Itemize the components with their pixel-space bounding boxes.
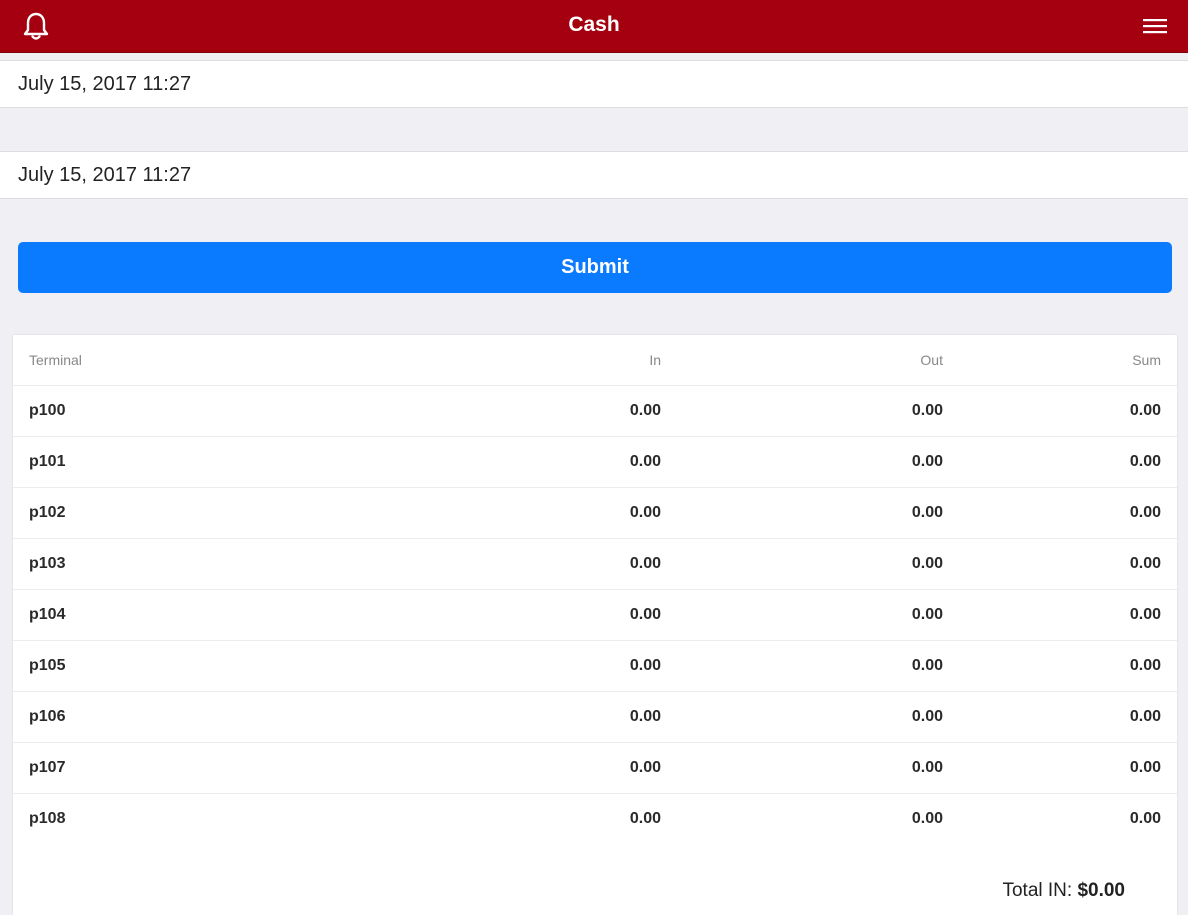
table-row: p107 0.00 0.00 0.00 (13, 742, 1177, 794)
in-cell: 0.00 (485, 691, 677, 743)
total-in-value: $0.00 (1077, 880, 1125, 901)
terminal-cell: p104 (13, 589, 485, 641)
in-cell: 0.00 (485, 589, 677, 641)
out-cell: 0.00 (677, 385, 959, 437)
out-cell: 0.00 (677, 640, 959, 692)
date-from-field (0, 60, 1188, 108)
table-row: p100 0.00 0.00 0.00 (13, 385, 1177, 437)
sum-cell: 0.00 (959, 487, 1177, 539)
in-cell: 0.00 (485, 436, 677, 488)
column-header-terminal: Terminal (13, 335, 485, 386)
sum-cell: 0.00 (959, 589, 1177, 641)
out-cell: 0.00 (677, 589, 959, 641)
table-header-row: Terminal In Out Sum (13, 335, 1177, 386)
column-header-in: In (485, 335, 677, 386)
top-bar: Cash (0, 0, 1188, 53)
date-to-field (0, 151, 1188, 199)
page-title: Cash (568, 13, 620, 36)
cash-table: Terminal In Out Sum p100 0.00 0.00 0.00 … (13, 335, 1177, 844)
total-in: Total IN: $0.00 (1002, 880, 1125, 902)
date-to-input[interactable] (0, 152, 1188, 198)
in-cell: 0.00 (485, 640, 677, 692)
terminal-cell: p108 (29, 810, 66, 827)
column-header-sum: Sum (959, 335, 1177, 386)
table-row: p106 0.00 0.00 0.00 (13, 691, 1177, 743)
terminal-cell: p105 (13, 640, 485, 692)
out-cell: 0.00 (677, 487, 959, 539)
column-header-out: Out (677, 335, 959, 386)
terminal-cell: p100 (13, 385, 485, 437)
terminal-cell: p107 (13, 742, 485, 794)
terminal-cell: p101 (13, 436, 485, 488)
sum-cell: 0.00 (959, 538, 1177, 590)
terminal-cell: p102 (13, 487, 485, 539)
table-row: p102 0.00 0.00 0.00 (13, 487, 1177, 539)
total-in-label: Total IN: (1002, 880, 1073, 901)
sum-cell: 0.00 (959, 640, 1177, 692)
out-cell: 0.00 (677, 742, 959, 794)
sum-cell: 0.00 (959, 436, 1177, 488)
table-row: p101 0.00 0.00 0.00 (13, 436, 1177, 488)
in-cell: 0.00 (485, 538, 677, 590)
in-cell: 0.00 (485, 487, 677, 539)
sum-cell: 0.00 (1129, 810, 1161, 827)
in-cell: 0.00 (485, 742, 677, 794)
out-cell: 0.00 (677, 691, 959, 743)
sum-cell: 0.00 (959, 691, 1177, 743)
out-cell: 0.00 (677, 436, 959, 488)
out-cell: 0.00 (911, 810, 943, 827)
in-cell: 0.00 (629, 810, 661, 827)
table-row: p104 0.00 0.00 0.00 (13, 589, 1177, 641)
sum-cell: 0.00 (959, 742, 1177, 794)
terminal-cell: p106 (13, 691, 485, 743)
terminal-cell: p103 (13, 538, 485, 590)
table-row: p105 0.00 0.00 0.00 (13, 640, 1177, 692)
date-from-input[interactable] (0, 61, 1188, 107)
table-row: p108 0.00 0.00 0.00 (13, 794, 1177, 845)
cash-table-card: Terminal In Out Sum p100 0.00 0.00 0.00 … (13, 335, 1177, 915)
out-cell: 0.00 (677, 538, 959, 590)
hamburger-menu-icon[interactable] (1142, 16, 1168, 36)
submit-button[interactable]: Submit (18, 242, 1172, 293)
in-cell: 0.00 (485, 385, 677, 437)
table-row: p103 0.00 0.00 0.00 (13, 538, 1177, 590)
sum-cell: 0.00 (959, 385, 1177, 437)
